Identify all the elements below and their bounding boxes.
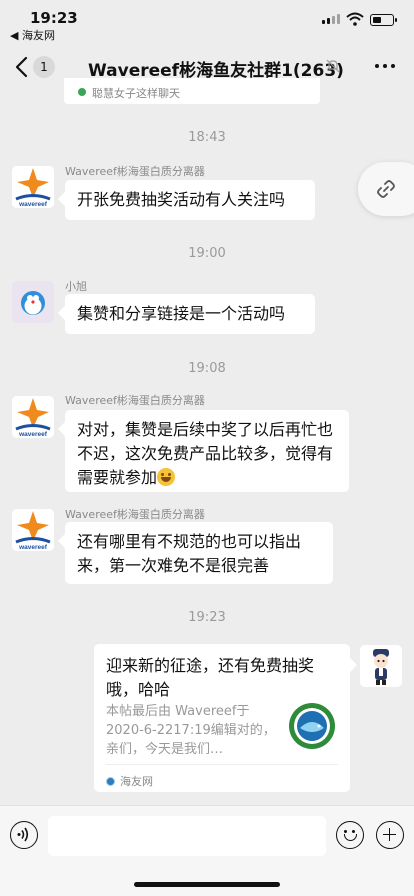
message-bubble[interactable]: 对对，集赞是后续中奖了以后再忙也不迟，这次免费产品比较多，觉得有需要就参加: [65, 410, 349, 492]
more-icon[interactable]: [375, 64, 395, 68]
avatar[interactable]: wavereef: [12, 509, 54, 551]
avatar[interactable]: wavereef: [12, 166, 54, 208]
status-time: 19:23: [30, 9, 78, 27]
wavereef-logo: wavereef: [12, 166, 54, 208]
svg-text:wavereef: wavereef: [18, 431, 48, 438]
sender-name: Wavereef彬海蛋白质分离器: [65, 165, 205, 178]
cellular-signal-icon: [322, 14, 340, 24]
previous-link-card[interactable]: 聪慧女子这样聊天: [64, 78, 320, 104]
back-to-app-link[interactable]: ◀ 海友网: [10, 27, 55, 43]
source-icon: [78, 88, 86, 96]
home-indicator[interactable]: [134, 882, 280, 887]
mute-icon: [326, 59, 340, 73]
wifi-icon: [346, 12, 364, 26]
battery-icon: [370, 14, 397, 26]
link-card-source: 海友网: [120, 775, 153, 788]
message-bubble[interactable]: 集赞和分享链接是一个活动吗: [65, 294, 315, 334]
status-bar: 19:23 ◀ 海友网: [0, 0, 414, 44]
link-icon: [377, 180, 395, 198]
sender-name: Wavereef彬海蛋白质分离器: [65, 508, 205, 521]
cartoon-avatar-icon: [360, 645, 402, 687]
sender-name: Wavereef彬海蛋白质分离器: [65, 394, 205, 407]
link-thumbnail-logo: [289, 703, 335, 749]
message-bubble[interactable]: 还有哪里有不规范的也可以指出来，第一次难免不是很完善: [65, 522, 333, 584]
my-avatar[interactable]: [360, 645, 402, 687]
avatar[interactable]: wavereef: [12, 396, 54, 438]
previous-card-source: 聪慧女子这样聊天: [92, 87, 180, 100]
floating-link-button[interactable]: [358, 162, 414, 216]
source-icon: [106, 777, 115, 786]
timestamp: 19:23: [188, 610, 226, 625]
wavereef-logo: wavereef: [12, 509, 54, 551]
shared-link-card[interactable]: 迎来新的征途，还有免费抽奖哦，哈哈 本帖最后由 Wavereef于2020-6-…: [94, 644, 350, 792]
voice-icon[interactable]: [10, 821, 38, 849]
link-card-description: 本帖最后由 Wavereef于2020-6-2217:19编辑对的，亲们，今天是…: [106, 704, 276, 757]
message-bubble[interactable]: 开张免费抽奖活动有人关注吗: [65, 180, 315, 220]
message-text: 对对，集赞是后续中奖了以后再忙也不迟，这次免费产品比较多，觉得有需要就参加: [77, 420, 334, 487]
message-input[interactable]: [48, 816, 326, 856]
wavereef-logo: wavereef: [12, 396, 54, 438]
avatar[interactable]: [12, 281, 54, 323]
timestamp: 19:08: [188, 361, 226, 376]
svg-text:wavereef: wavereef: [18, 201, 48, 208]
svg-text:wavereef: wavereef: [18, 544, 48, 551]
grin-emoji-icon: [157, 468, 176, 486]
timestamp: 18:43: [188, 130, 226, 145]
sender-name: 小旭: [65, 280, 87, 293]
plus-icon[interactable]: [376, 821, 404, 849]
timestamp: 19:00: [188, 246, 226, 261]
emoji-icon[interactable]: [336, 821, 364, 849]
unread-count-badge[interactable]: 1: [33, 56, 55, 78]
doraemon-avatar-icon: [12, 281, 54, 323]
card-divider: [106, 764, 338, 765]
link-card-title: 迎来新的征途，还有免费抽奖哦，哈哈: [106, 656, 315, 699]
